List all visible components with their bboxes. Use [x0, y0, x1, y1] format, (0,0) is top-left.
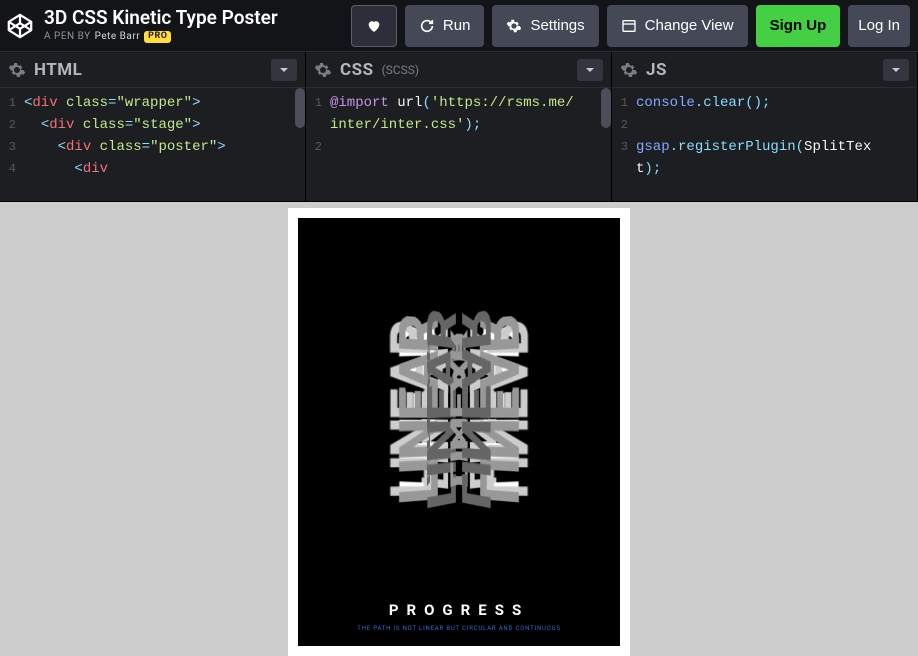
css-panel: CSS (SCSS) 1@import url('https://rsms.me…	[306, 52, 612, 201]
change-view-label: Change View	[645, 17, 734, 34]
app-header: 3D CSS Kinetic Type Poster A PEN BY Pete…	[0, 0, 918, 52]
kinetic-right: LINEARLINEARLINEARLINEARLINEARLINEARLINE…	[459, 218, 620, 601]
css-subtitle: (SCSS)	[382, 63, 419, 77]
code-line[interactable]: 2	[306, 136, 611, 158]
run-button[interactable]: Run	[405, 5, 485, 47]
kinetic-page: LINEAR	[421, 242, 543, 577]
settings-label: Settings	[530, 17, 584, 34]
js-panel-header: JS	[612, 52, 917, 88]
html-code[interactable]: 1<div class="wrapper">2 <div class="stag…	[0, 88, 305, 201]
codepen-logo[interactable]	[6, 12, 34, 40]
byline: A PEN BY Pete Barr PRO	[44, 31, 278, 43]
run-label: Run	[443, 17, 471, 34]
poster-frame: LINEARLINEARLINEARLINEARLINEARLINEARLINE…	[288, 208, 630, 656]
heart-button[interactable]	[351, 5, 397, 47]
js-collapse-button[interactable]	[883, 59, 909, 81]
html-panel: HTML 1<div class="wrapper">2 <div class=…	[0, 52, 306, 201]
js-panel: JS 1console.clear();23gsap.registerPlugi…	[612, 52, 918, 201]
code-line[interactable]: 1@import url('https://rsms.me/inter/inte…	[306, 92, 611, 136]
heart-icon	[366, 18, 382, 34]
gear-icon	[506, 18, 522, 34]
poster: LINEARLINEARLINEARLINEARLINEARLINEARLINE…	[298, 218, 620, 646]
css-panel-header: CSS (SCSS)	[306, 52, 611, 88]
pen-title: 3D CSS Kinetic Type Poster	[44, 8, 278, 29]
code-line[interactable]: 2 <div class="stage">	[0, 114, 305, 136]
code-line[interactable]: 3 <div class="poster">	[0, 136, 305, 158]
html-panel-header: HTML	[0, 52, 305, 88]
log-in-label: Log In	[858, 17, 900, 34]
js-title: JS	[646, 60, 667, 80]
editor-panels: HTML 1<div class="wrapper">2 <div class=…	[0, 52, 918, 202]
js-code[interactable]: 1console.clear();23gsap.registerPlugin(S…	[612, 88, 917, 201]
code-line[interactable]: 2	[612, 114, 917, 136]
change-view-button[interactable]: Change View	[607, 5, 748, 47]
kinetic-type: LINEARLINEARLINEARLINEARLINEARLINEARLINE…	[298, 218, 620, 601]
css-title: CSS	[340, 60, 374, 80]
layout-icon	[621, 18, 637, 34]
title-block: 3D CSS Kinetic Type Poster A PEN BY Pete…	[44, 8, 278, 43]
code-line[interactable]: 3gsap.registerPlugin(SplitText);	[612, 136, 917, 180]
code-line[interactable]: 1<div class="wrapper">	[0, 92, 305, 114]
code-line[interactable]: 4 <div	[0, 158, 305, 180]
gear-icon[interactable]	[620, 61, 638, 79]
refresh-icon	[419, 18, 435, 34]
scrollbar[interactable]	[295, 88, 305, 128]
html-title: HTML	[34, 60, 82, 80]
css-code[interactable]: 1@import url('https://rsms.me/inter/inte…	[306, 88, 611, 201]
toolbar: Run Settings Change View Sign Up Log In	[351, 5, 910, 47]
byline-prefix: A PEN BY	[44, 31, 91, 42]
pro-badge: PRO	[144, 31, 171, 43]
result-preview: LINEARLINEARLINEARLINEARLINEARLINEARLINE…	[0, 202, 918, 656]
sign-up-label: Sign Up	[770, 17, 827, 34]
poster-sub: THE PATH IS NOT LINEAR BUT CIRCULAR AND …	[357, 625, 560, 632]
css-collapse-button[interactable]	[577, 59, 603, 81]
log-in-button[interactable]: Log In	[848, 5, 910, 47]
scrollbar[interactable]	[601, 88, 611, 128]
gear-icon[interactable]	[314, 61, 332, 79]
author-link[interactable]: Pete Barr	[95, 31, 141, 42]
code-line[interactable]: 1console.clear();	[612, 92, 917, 114]
html-collapse-button[interactable]	[271, 59, 297, 81]
settings-button[interactable]: Settings	[492, 5, 598, 47]
sign-up-button[interactable]: Sign Up	[756, 5, 841, 47]
gear-icon[interactable]	[8, 61, 26, 79]
poster-label: PROGRESS	[389, 601, 529, 619]
